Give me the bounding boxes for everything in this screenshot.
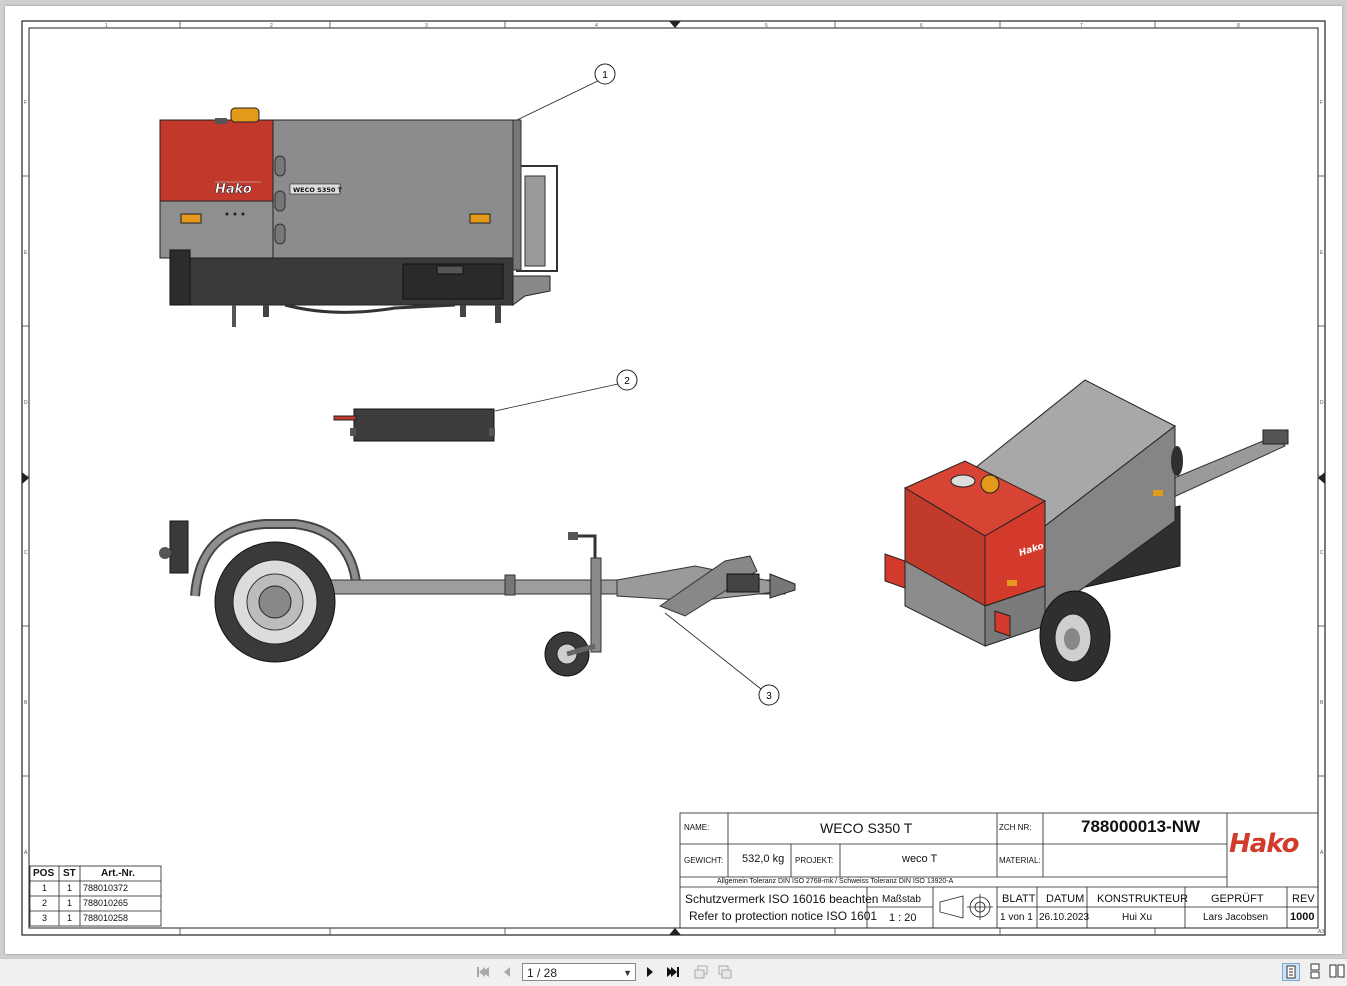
designer-value: Hui Xu bbox=[1122, 912, 1153, 923]
svg-text:C: C bbox=[24, 550, 28, 556]
last-page-icon bbox=[667, 967, 679, 977]
weight-value: 532,0 kg bbox=[742, 853, 785, 865]
protection-notice-en: Refer to protection notice ISO 1601 bbox=[689, 909, 878, 923]
zch-label: ZCH NR: bbox=[999, 823, 1032, 832]
tolerance-note: Allgemein Toleranz DIN ISO 2768-mk / Sch… bbox=[717, 878, 954, 885]
single-page-icon bbox=[1286, 965, 1296, 979]
hako-logo: Hako bbox=[1229, 829, 1300, 859]
continuous-view-button[interactable] bbox=[1307, 963, 1325, 981]
svg-text:6: 6 bbox=[920, 23, 923, 29]
svg-text:8: 8 bbox=[1237, 23, 1240, 29]
svg-text:2: 2 bbox=[624, 376, 630, 387]
sheet-label: BLATT bbox=[1002, 893, 1036, 905]
svg-text:B: B bbox=[1320, 700, 1324, 706]
scale-label: Maßstab bbox=[882, 894, 921, 905]
svg-text:3: 3 bbox=[766, 691, 772, 702]
svg-text:C: C bbox=[1320, 550, 1324, 556]
svg-text:3: 3 bbox=[425, 23, 428, 29]
viewer-toolbar: 1 / 28 ▼ bbox=[0, 958, 1347, 986]
next-page-button[interactable] bbox=[641, 963, 659, 981]
machine-isometric-view bbox=[884, 379, 1289, 682]
svg-text:E: E bbox=[1320, 250, 1324, 256]
svg-text:A: A bbox=[24, 850, 28, 856]
svg-text:2: 2 bbox=[270, 23, 273, 29]
parts-header-art: Art.-Nr. bbox=[101, 868, 135, 879]
parts-row-3-art: 788010258 bbox=[83, 913, 129, 923]
svg-text:D: D bbox=[1320, 400, 1324, 406]
back-view-icon bbox=[694, 965, 708, 979]
checked-label: GEPRÜFT bbox=[1211, 893, 1264, 905]
parts-row-2-pos: 2 bbox=[42, 898, 48, 908]
sheet-value: 1 von 1 bbox=[1000, 912, 1033, 923]
svg-text:E: E bbox=[24, 250, 28, 256]
facing-pages-icon bbox=[1329, 964, 1345, 978]
parts-header-pos: POS bbox=[33, 868, 55, 879]
trailer-side-view bbox=[159, 519, 796, 677]
technical-drawing: Hako WECO S350 T Hako 1 2 3 1 2 3 4 5 6 … bbox=[21, 20, 1326, 936]
projection-symbol-icon bbox=[939, 894, 993, 920]
svg-text:D: D bbox=[24, 400, 28, 406]
last-page-button[interactable] bbox=[664, 963, 682, 981]
svg-text:B: B bbox=[24, 700, 28, 706]
model-badge: WECO S350 T bbox=[293, 186, 343, 194]
parts-row-1-art: 788010372 bbox=[83, 883, 129, 893]
svg-text:4: 4 bbox=[595, 23, 598, 29]
forward-view-button[interactable] bbox=[716, 963, 734, 981]
svg-text:1: 1 bbox=[602, 70, 608, 81]
continuous-icon bbox=[1310, 963, 1320, 979]
back-view-button[interactable] bbox=[692, 963, 710, 981]
machine-side-view bbox=[159, 107, 558, 327]
previous-page-icon bbox=[504, 967, 510, 977]
name-label: NAME: bbox=[684, 823, 710, 832]
side-view-brand: Hako bbox=[215, 182, 252, 197]
parts-row-3-pos: 3 bbox=[42, 913, 48, 923]
weight-label: GEWICHT: bbox=[684, 856, 724, 865]
project-value: weco T bbox=[902, 853, 938, 865]
svg-text:A: A bbox=[1320, 850, 1324, 856]
page-number-select[interactable]: 1 / 28 ▼ bbox=[522, 963, 636, 981]
date-label: DATUM bbox=[1046, 893, 1085, 905]
first-page-icon bbox=[477, 967, 489, 977]
protection-notice-de: Schutzvermerk ISO 16016 beachten bbox=[685, 892, 879, 906]
facing-pages-view-button[interactable] bbox=[1329, 963, 1347, 981]
parts-row-3-st: 1 bbox=[67, 913, 73, 923]
drawing-sheet: Hako WECO S350 T Hako 1 2 3 1 2 3 4 5 6 … bbox=[5, 6, 1342, 954]
svg-text:5: 5 bbox=[765, 23, 768, 29]
forward-view-icon bbox=[718, 965, 732, 979]
first-page-button[interactable] bbox=[474, 963, 492, 981]
rev-label: REV bbox=[1292, 893, 1315, 905]
drawing-name: WECO S350 T bbox=[820, 820, 913, 836]
project-label: PROJEKT: bbox=[795, 856, 834, 865]
parts-row-1-pos: 1 bbox=[42, 883, 48, 893]
date-value: 26.10.2023 bbox=[1039, 912, 1090, 923]
drawing-number: 788000013-NW bbox=[1081, 817, 1201, 836]
parts-row-2-st: 1 bbox=[67, 898, 73, 908]
svg-text:7: 7 bbox=[1080, 23, 1083, 29]
parts-header-st: ST bbox=[63, 868, 76, 879]
scale-value: 1 : 20 bbox=[889, 912, 917, 924]
chevron-down-icon: ▼ bbox=[623, 968, 632, 978]
page-indicator: 1 / 28 bbox=[527, 966, 558, 980]
parts-row-2-art: 788010265 bbox=[83, 898, 129, 908]
designer-label: KONSTRUKTEUR bbox=[1097, 893, 1189, 905]
single-page-view-button[interactable] bbox=[1282, 963, 1300, 981]
svg-text:1: 1 bbox=[105, 23, 108, 29]
document-viewport[interactable]: Hako WECO S350 T Hako 1 2 3 1 2 3 4 5 6 … bbox=[0, 0, 1347, 958]
parts-row-1-st: 1 bbox=[67, 883, 73, 893]
checked-value: Lars Jacobsen bbox=[1203, 912, 1269, 923]
next-page-icon bbox=[647, 967, 653, 977]
svg-text:A3: A3 bbox=[1318, 929, 1324, 935]
svg-text:F: F bbox=[24, 100, 27, 106]
component-bar-view bbox=[333, 408, 495, 442]
previous-page-button[interactable] bbox=[498, 963, 516, 981]
material-label: MATERIAL: bbox=[999, 856, 1041, 865]
rev-value: 1000 bbox=[1290, 911, 1315, 923]
svg-text:F: F bbox=[1320, 100, 1323, 106]
